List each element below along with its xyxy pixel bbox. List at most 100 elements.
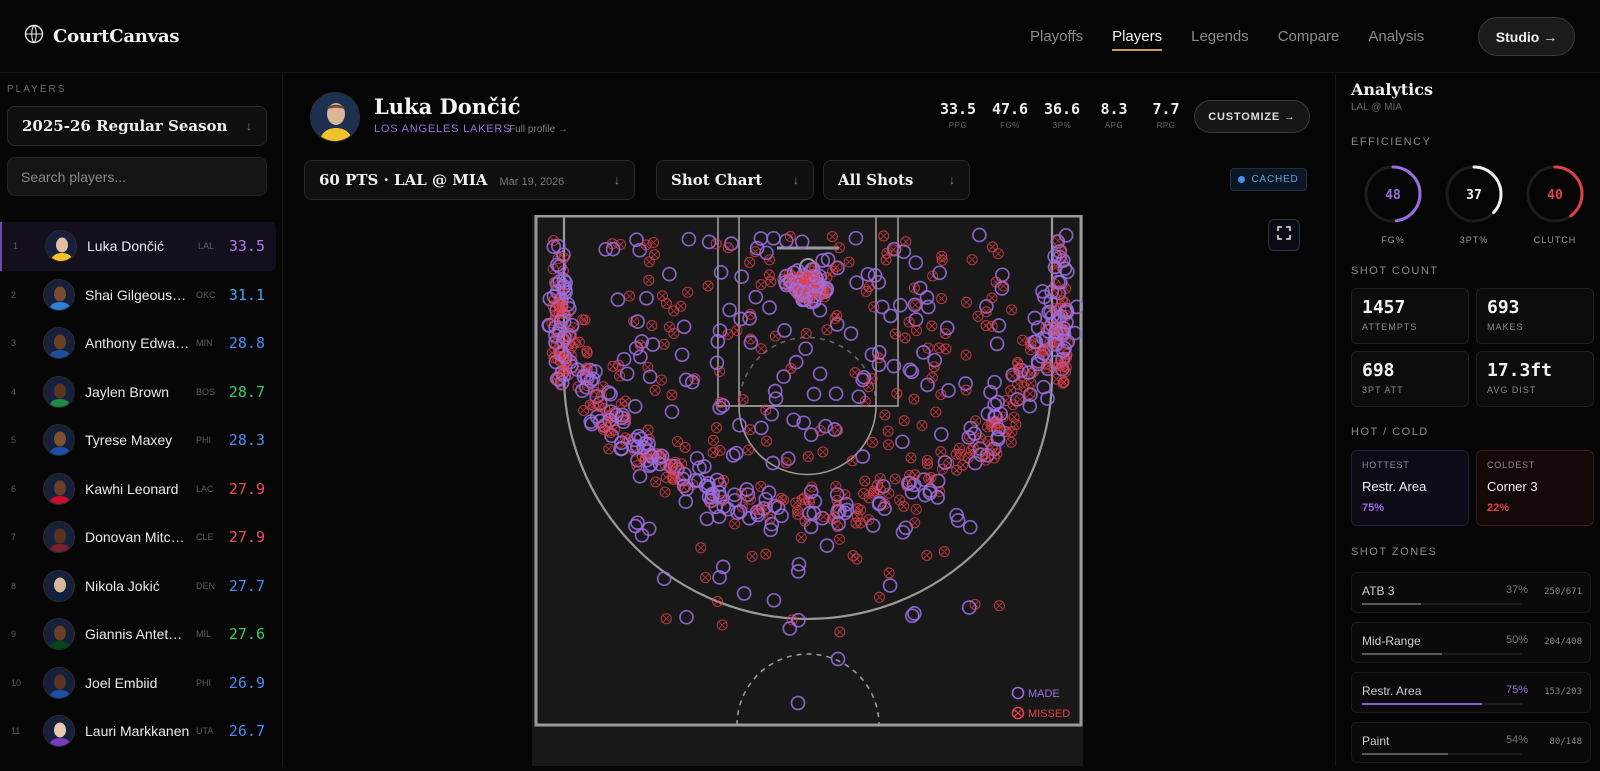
zone-name: ATB 3	[1362, 584, 1395, 598]
player-list-item[interactable]: 1 Luka Dončić LAL 33.5	[0, 222, 276, 271]
player-search-input[interactable]	[7, 157, 267, 196]
brand-logo[interactable]: CourtCanvas	[24, 24, 180, 49]
gauge-fg: 48 FG%	[1363, 164, 1423, 245]
legend-made-label: MADE	[1028, 688, 1060, 700]
player-team-abbr: CLE	[196, 532, 214, 543]
season-select[interactable]: 2025-26 Regular Season ↓	[7, 106, 267, 146]
player-list-item[interactable]: 3 Anthony Edwards MIN 28.8	[0, 319, 282, 368]
studio-button[interactable]: Studio →	[1478, 17, 1575, 56]
game-value: 60 PTS · LAL @ MIA	[319, 170, 488, 189]
player-team-abbr: LAC	[196, 483, 214, 494]
gauge-label: CLUTCH	[1533, 235, 1577, 245]
player-name: Anthony Edwards	[85, 335, 190, 352]
count-label: 3PT ATT	[1362, 385, 1404, 395]
main-nav: Playoffs Players Legends Compare Analysi…	[1030, 28, 1424, 51]
player-ppg: 27.9	[228, 479, 265, 498]
player-team-abbr: BOS	[196, 386, 216, 397]
avatar	[43, 375, 75, 408]
shot-zone-row[interactable]: Paint 54% 80/148	[1351, 722, 1591, 763]
player-rank: 8	[11, 580, 17, 591]
stat-value: 33.5	[939, 100, 977, 118]
stat-value: 8.3	[1100, 100, 1128, 118]
hottest-zone: Restr. Area	[1362, 479, 1427, 494]
nav-legends[interactable]: Legends	[1191, 28, 1249, 51]
shot-zone-row[interactable]: Mid-Range 50% 204/408	[1351, 622, 1591, 663]
nav-compare[interactable]: Compare	[1278, 28, 1340, 51]
stat-fg: 47.6 FG%	[991, 100, 1029, 130]
player-list-item[interactable]: 10 Joel Embiid PHI 26.9	[0, 659, 282, 708]
fullscreen-button[interactable]	[1268, 219, 1300, 251]
player-ppg: 28.8	[228, 334, 265, 353]
player-name: Luka Dončić	[374, 94, 521, 119]
coldest-zone-card: COLDEST Corner 3 22%	[1476, 450, 1594, 526]
player-list-item[interactable]: 6 Kawhi Leonard LAC 27.9	[0, 465, 282, 514]
player-list-item[interactable]: 11 Lauri Markkanen UTA 26.7	[0, 707, 282, 756]
player-list-item[interactable]: 7 Donovan Mitchell CLE 27.9	[0, 513, 282, 562]
zone-name: Mid-Range	[1362, 634, 1421, 648]
stat-value: 7.7	[1152, 100, 1180, 118]
stat-ppg: 33.5 PPG	[939, 100, 977, 130]
fullscreen-icon	[1277, 225, 1291, 245]
analytics-panel: Analytics LAL @ MIA EFFICIENCY 48 FG% 37…	[1335, 74, 1600, 766]
player-ppg: 26.9	[228, 673, 265, 692]
count-label: MAKES	[1487, 322, 1524, 332]
zone-name: Paint	[1362, 734, 1390, 748]
hottest-label: HOTTEST	[1362, 460, 1410, 470]
player-list-item[interactable]: 2 Shai Gilgeous-Alexander OKC 31.1	[0, 271, 282, 320]
player-list-item[interactable]: 4 Jaylen Brown BOS 28.7	[0, 368, 282, 417]
player-team-abbr: UTA	[196, 726, 214, 737]
efficiency-label: EFFICIENCY	[1351, 136, 1432, 148]
player-name: Tyrese Maxey	[85, 432, 173, 449]
nav-analysis[interactable]: Analysis	[1368, 28, 1424, 51]
status-dot-icon	[1238, 176, 1246, 183]
zone-pct: 50%	[1505, 634, 1528, 646]
player-team: LOS ANGELES LAKERS	[374, 123, 512, 135]
avatar	[43, 618, 75, 651]
count-card: 1457 ATTEMPTS	[1351, 288, 1469, 344]
zone-count: 80/148	[1549, 737, 1582, 747]
stat-value: 47.6	[991, 100, 1029, 118]
cached-badge: CACHED	[1230, 168, 1307, 191]
full-profile-link[interactable]: Full profile →	[509, 124, 568, 135]
game-select[interactable]: 60 PTS · LAL @ MIA Mar 19, 2026 ↓	[304, 160, 635, 200]
count-label: ATTEMPTS	[1362, 322, 1418, 332]
view-value: Shot Chart	[671, 171, 763, 189]
view-select[interactable]: Shot Chart ↓	[656, 160, 814, 200]
coldest-label: COLDEST	[1487, 460, 1536, 470]
zone-bar-track	[1362, 603, 1522, 605]
shot-zone-row[interactable]: Restr. Area 75% 153/203	[1351, 672, 1591, 713]
avatar	[43, 569, 75, 602]
player-team-abbr: LAL	[198, 241, 215, 252]
count-card: 693 MAKES	[1476, 288, 1594, 344]
stat-label: FG%	[1000, 121, 1020, 130]
cached-label: CACHED	[1251, 174, 1299, 185]
basketball-icon	[24, 24, 44, 49]
count-card: 698 3PT ATT	[1351, 351, 1469, 407]
main-content: Luka Dončić LOS ANGELES LAKERS Full prof…	[284, 74, 1334, 766]
stat-label: APG	[1104, 121, 1124, 130]
player-name: Shai Gilgeous-Alexander	[85, 286, 190, 303]
player-ppg: 33.5	[228, 237, 265, 256]
nav-players[interactable]: Players	[1112, 28, 1163, 51]
player-ppg: 27.7	[228, 576, 265, 595]
shot-filter-value: All Shots	[838, 171, 914, 189]
zone-pct: 37%	[1505, 584, 1528, 596]
customize-button[interactable]: CUSTOMIZE →	[1194, 100, 1310, 133]
player-name: Giannis Antetokounmpo	[85, 626, 190, 643]
chevron-down-icon: ↓	[246, 119, 252, 133]
players-sidebar: PLAYERS 2025-26 Regular Season ↓ 1 Luka D…	[0, 74, 283, 766]
shot-zones-label: SHOT ZONES	[1351, 546, 1438, 558]
gauge-value: 37	[1466, 188, 1482, 203]
shot-filter-select[interactable]: All Shots ↓	[823, 160, 970, 200]
player-list-item[interactable]: 5 Tyrese Maxey PHI 28.3	[0, 416, 282, 465]
shot-zone-row[interactable]: ATB 3 37% 250/671	[1351, 572, 1591, 613]
player-team-abbr: PHI	[196, 677, 212, 688]
player-list-item[interactable]: 8 Nikola Jokić DEN 27.7	[0, 562, 282, 611]
avatar	[43, 472, 75, 505]
player-list-item[interactable]: 9 Giannis Antetokounmpo MIL 27.6	[0, 610, 282, 659]
shot-chart[interactable]: MADE MISSED	[532, 214, 1085, 766]
stat-label: 3P%	[1052, 121, 1072, 130]
player-rank: 5	[11, 435, 17, 446]
player-name: Jaylen Brown	[85, 383, 170, 400]
nav-playoffs[interactable]: Playoffs	[1030, 28, 1083, 51]
